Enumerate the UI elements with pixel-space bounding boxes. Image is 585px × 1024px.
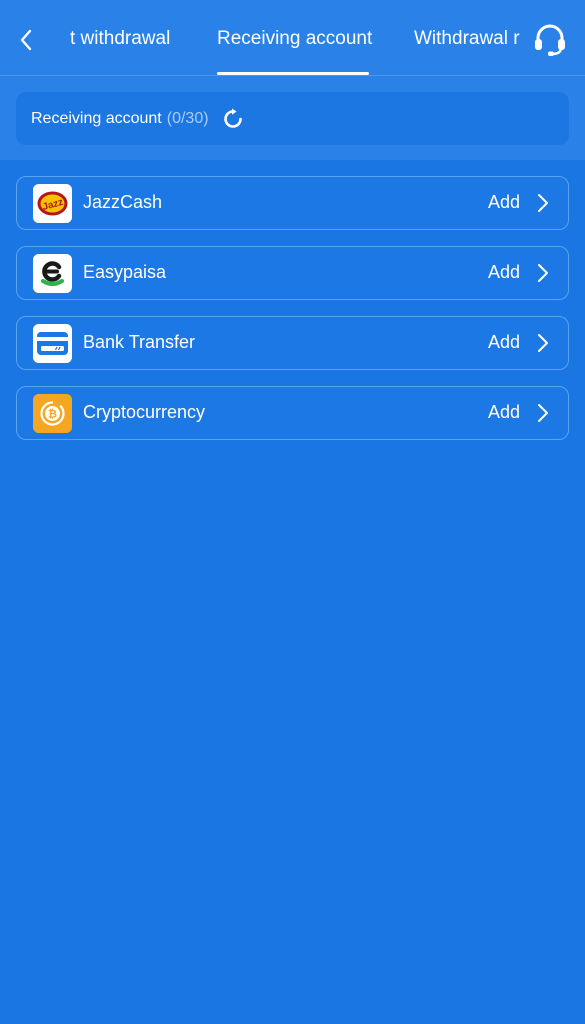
account-row-bank-transfer[interactable]: Bank Transfer Add	[16, 316, 569, 370]
chevron-right-icon	[538, 194, 548, 212]
chevron-left-icon	[20, 29, 32, 51]
tab-receiving-account[interactable]: Receiving account	[217, 0, 372, 75]
account-name: Easypaisa	[83, 262, 167, 282]
chevron-right-icon	[538, 404, 548, 422]
account-row-jazzcash[interactable]: Jazz JazzCash Add	[16, 176, 569, 230]
add-button[interactable]: Add	[488, 177, 520, 228]
summary-label: Receiving account	[31, 109, 162, 127]
active-tab-indicator	[217, 72, 369, 75]
account-name: JazzCash	[83, 192, 163, 212]
bitcoin-icon: ₿	[33, 394, 72, 433]
account-list: Jazz JazzCash Add Easypaisa Add Bank Tra…	[16, 176, 569, 456]
add-button[interactable]: Add	[488, 387, 520, 438]
account-list-panel: Jazz JazzCash Add Easypaisa Add Bank Tra…	[0, 160, 585, 1024]
top-bar: t withdrawal Receiving account Withdrawa…	[0, 0, 585, 76]
account-row-cryptocurrency[interactable]: ₿ Cryptocurrency Add	[16, 386, 569, 440]
easypaisa-logo	[33, 254, 72, 293]
tab-withdrawal[interactable]: t withdrawal	[70, 0, 170, 75]
receiving-account-summary: Receiving account (0/30)	[16, 92, 569, 145]
account-name: Cryptocurrency	[83, 402, 206, 422]
refresh-icon	[223, 108, 242, 128]
back-button[interactable]	[12, 24, 40, 56]
tab-strip: t withdrawal Receiving account Withdrawa…	[52, 0, 520, 75]
bank-card-icon	[33, 324, 72, 363]
tab-withdrawal-record[interactable]: Withdrawal r	[414, 0, 520, 75]
refresh-button[interactable]	[220, 106, 246, 132]
chevron-right-icon	[538, 264, 548, 282]
account-count: (0/30)	[166, 109, 209, 127]
headset-icon	[535, 24, 565, 56]
add-button[interactable]: Add	[488, 247, 520, 298]
account-row-easypaisa[interactable]: Easypaisa Add	[16, 246, 569, 300]
chevron-right-icon	[538, 334, 548, 352]
customer-service-button[interactable]	[531, 20, 569, 58]
summary-section: Receiving account (0/30)	[0, 76, 585, 160]
jazzcash-logo: Jazz	[33, 184, 72, 223]
account-name: Bank Transfer	[83, 332, 196, 352]
add-button[interactable]: Add	[488, 317, 520, 368]
svg-text:₿: ₿	[48, 409, 57, 421]
